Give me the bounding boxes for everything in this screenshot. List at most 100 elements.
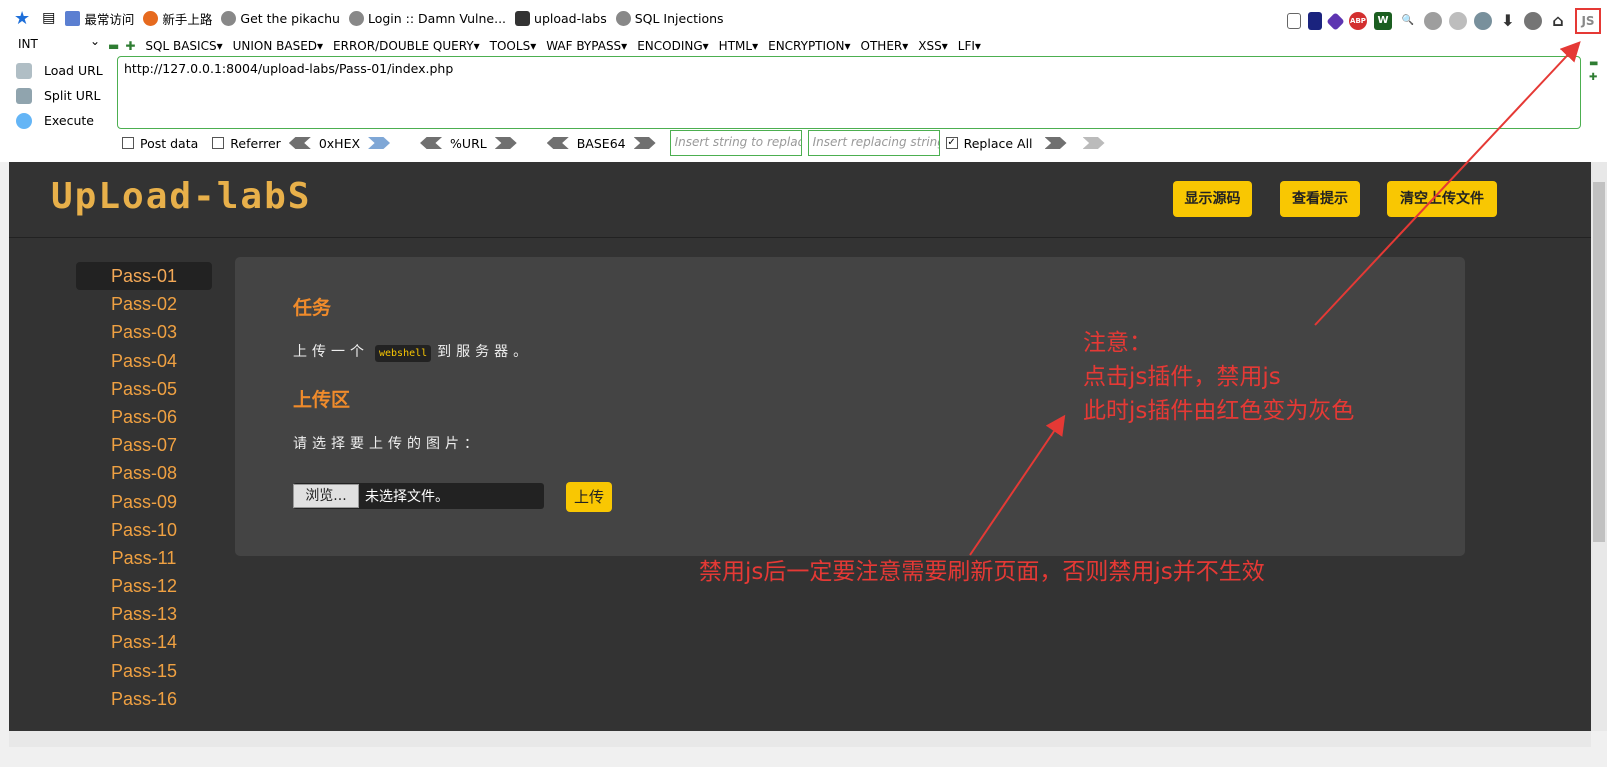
base64-label: BASE64 (576, 135, 626, 151)
menu-label: HTML (718, 39, 753, 53)
show-source-button[interactable]: 显示源码 (1173, 181, 1252, 217)
task-description: 上传一个 webshell 到服务器。 (293, 341, 533, 362)
vertical-scrollbar[interactable] (1591, 162, 1607, 731)
sidebar-item-pass-06[interactable]: Pass-06 (76, 403, 212, 431)
replace-icon[interactable] (1044, 137, 1067, 149)
bookmark-sql-injections[interactable]: SQL Injections (615, 10, 724, 26)
menu-lfi[interactable]: LFI▾ (958, 39, 981, 53)
sidebar-item-pass-04[interactable]: Pass-04 (76, 347, 212, 375)
js-toggle-button[interactable]: JS (1575, 8, 1601, 34)
sidebar-item-pass-02[interactable]: Pass-02 (76, 290, 212, 318)
sidebar-item-pass-10[interactable]: Pass-10 (76, 516, 212, 544)
menu-label: ERROR/DOUBLE QUERY (333, 39, 474, 53)
home-icon[interactable]: ⌂ (1549, 12, 1567, 30)
site-logo[interactable]: UpLoad-labS (51, 176, 311, 217)
wappalyzer-icon[interactable] (1308, 12, 1322, 30)
menu-encryption[interactable]: ENCRYPTION▾ (768, 39, 850, 53)
menu-error-double-query[interactable]: ERROR/DOUBLE QUERY▾ (333, 39, 480, 53)
hex-label: 0xHEX (318, 135, 361, 151)
sidebar-item-pass-01[interactable]: Pass-01 (76, 262, 212, 291)
sidebar-item-pass-16[interactable]: Pass-16 (76, 685, 212, 713)
menu-label: ENCRYPTION (768, 39, 845, 53)
palette-icon[interactable] (1449, 12, 1467, 30)
replace-all-checkbox[interactable]: ✓ (945, 137, 958, 149)
scroll-thumb[interactable] (1593, 182, 1605, 542)
split-url-label: Split URL (44, 88, 101, 103)
shield-icon[interactable]: W (1374, 12, 1392, 30)
scissors-icon (16, 87, 32, 104)
decode-base64-icon[interactable] (546, 137, 569, 149)
download-icon[interactable]: ⬇ (1499, 12, 1517, 30)
file-input[interactable]: 浏览... 未选择文件。 (293, 483, 544, 509)
horizontal-scrollbar[interactable] (9, 731, 1591, 747)
plus-icon[interactable]: ✚ (125, 39, 135, 53)
plus-icon[interactable]: ✚ (1589, 72, 1597, 83)
hackbar-icon[interactable] (1326, 11, 1345, 31)
sidebar-item-pass-09[interactable]: Pass-09 (76, 488, 212, 516)
load-url-button[interactable]: Load URL (16, 58, 106, 83)
decode-hex-icon[interactable] (288, 137, 311, 149)
profile-icon[interactable] (1524, 12, 1542, 30)
post-data-checkbox[interactable] (122, 137, 134, 149)
menu-other[interactable]: OTHER▾ (861, 39, 909, 53)
status-bar (0, 747, 1607, 767)
sidebar-item-pass-11[interactable]: Pass-11 (76, 544, 212, 572)
minus-icon[interactable]: ▬ (108, 39, 119, 53)
menu-sql-basics[interactable]: SQL BASICS▾ (145, 39, 222, 53)
split-url-button[interactable]: Split URL (16, 83, 106, 108)
show-hint-button[interactable]: 查看提示 (1280, 181, 1360, 217)
no-file-label: 未选择文件。 (365, 489, 449, 505)
encode-url-icon[interactable] (494, 137, 517, 149)
menu-encoding[interactable]: ENCODING▾ (637, 39, 708, 53)
sidebar-item-pass-12[interactable]: Pass-12 (76, 572, 212, 600)
minus-icon[interactable]: ▬ (1589, 58, 1598, 69)
replace-all-icon[interactable] (1082, 137, 1105, 149)
sidebar-item-pass-08[interactable]: Pass-08 (76, 459, 212, 487)
int-select[interactable]: INT (14, 34, 102, 55)
sidebar-item-pass-03[interactable]: Pass-03 (76, 318, 212, 346)
menu-xss[interactable]: XSS▾ (918, 39, 948, 53)
webshell-code: webshell (375, 345, 432, 362)
sidebar-item-pass-14[interactable]: Pass-14 (76, 628, 212, 656)
sidebar-item-pass-15[interactable]: Pass-15 (76, 657, 212, 685)
clear-uploads-button[interactable]: 清空上传文件 (1387, 181, 1497, 217)
bookmark-pikachu[interactable]: Get the pikachu (221, 10, 340, 26)
note-line-2: 此时js插件由红色变为灰色 (1083, 398, 1355, 424)
url-textarea[interactable]: http://127.0.0.1:8004/upload-labs/Pass-0… (117, 56, 1581, 129)
referrer-checkbox[interactable] (212, 137, 225, 149)
menu-tools[interactable]: TOOLS▾ (490, 39, 537, 53)
star-icon[interactable]: ★ (14, 8, 30, 29)
menu-waf-bypass[interactable]: WAF BYPASS▾ (546, 39, 627, 53)
execute-button[interactable]: Execute (16, 108, 106, 133)
bookmark-label: Get the pikachu (240, 10, 340, 26)
encode-hex-icon[interactable] (368, 137, 391, 149)
globe-icon (221, 10, 237, 26)
browser-window: ★ ▤ 最常访问 新手上路 Get the pikachu Login :: D… (0, 0, 1607, 767)
replacing-input[interactable]: Insert replacing string (807, 130, 940, 156)
browse-button[interactable]: 浏览... (293, 484, 359, 508)
search-icon[interactable]: 🔍 (1399, 12, 1417, 30)
encode-base64-icon[interactable] (633, 137, 656, 149)
sidebar-item-pass-07[interactable]: Pass-07 (76, 431, 212, 459)
decode-url-icon[interactable] (420, 137, 443, 149)
menu-html[interactable]: HTML▾ (719, 39, 758, 53)
menu-label: XSS (918, 39, 942, 53)
bookmarks-toolbar: ★ ▤ 最常访问 新手上路 Get the pikachu Login :: D… (0, 0, 1607, 36)
globe-icon[interactable] (1474, 12, 1492, 30)
adblock-icon[interactable]: ABP (1349, 12, 1367, 30)
replace-input[interactable]: Insert string to replace (669, 130, 802, 156)
note-title: 注意： (1083, 330, 1152, 356)
proxy-icon[interactable] (1424, 12, 1442, 30)
task-text-post: 到服务器。 (437, 344, 533, 360)
bookmark-dvwa[interactable]: Login :: Damn Vulne... (348, 10, 506, 26)
sidebar-item-pass-05[interactable]: Pass-05 (76, 375, 212, 403)
bookmark-getting-started[interactable]: 新手上路 (143, 9, 212, 28)
reader-icon[interactable]: ▤ (42, 10, 55, 26)
screenshot-icon[interactable] (1287, 13, 1301, 29)
sidebar-item-pass-13[interactable]: Pass-13 (76, 600, 212, 628)
bookmark-most-visited[interactable]: 最常访问 (65, 9, 134, 28)
bookmark-upload-labs[interactable]: upload-labs (515, 10, 607, 26)
upload-button[interactable]: 上传 (566, 482, 612, 512)
menu-union-based[interactable]: UNION BASED▾ (233, 39, 323, 53)
load-url-label: Load URL (44, 63, 103, 78)
